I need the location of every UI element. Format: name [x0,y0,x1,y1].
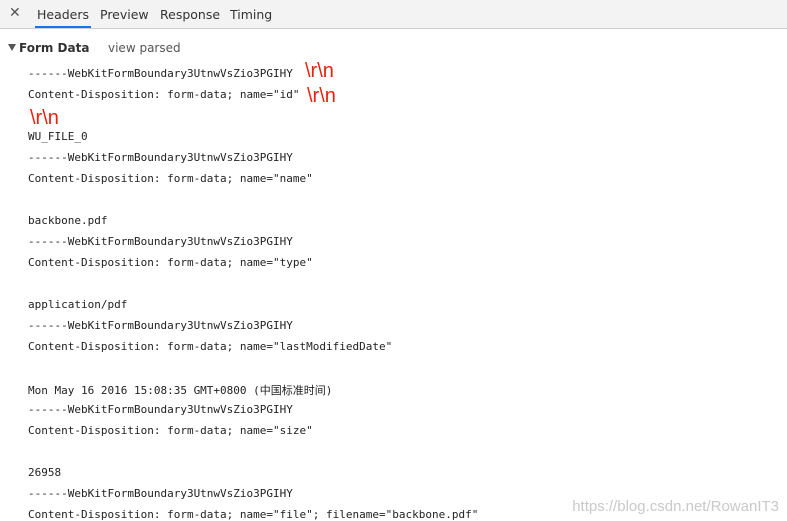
crlf-annotation: \r\n [30,107,59,129]
payload-line: ------WebKitFormBoundary3UtnwVsZio3PGIHY [28,151,293,164]
payload-line: Mon May 16 2016 15:08:35 GMT+0800 (中国标准时… [28,384,333,397]
payload-line: Content-Disposition: form-data; name="ty… [28,256,313,269]
payload-line: Content-Disposition: form-data; name="si… [28,424,313,437]
payload-line: backbone.pdf [28,214,108,227]
close-icon[interactable]: ✕ [9,5,21,21]
devtools-tab-bar: ✕ Headers Preview Response Timing [0,0,787,29]
payload-line: ------WebKitFormBoundary3UtnwVsZio3PGIHY [28,319,293,332]
payload-line: ------WebKitFormBoundary3UtnwVsZio3PGIHY [28,235,293,248]
tab-response[interactable]: Response [158,0,222,28]
payload-line: Content-Disposition: form-data; name="fi… [28,508,479,521]
crlf-annotation: \r\n [305,60,334,82]
payload-line: Content-Disposition: form-data; name="id… [28,88,300,101]
tab-preview[interactable]: Preview [98,0,151,28]
form-data-section-header: Form Data view parsed [0,41,787,59]
tab-timing[interactable]: Timing [228,0,274,28]
crlf-annotation: \r\n [307,85,336,107]
section-title[interactable]: Form Data [19,41,89,55]
payload-line: application/pdf [28,298,128,311]
expand-triangle-icon[interactable] [8,44,16,51]
payload-line: 26958 [28,466,62,479]
payload-line: Content-Disposition: form-data; name="na… [28,172,313,185]
watermark: https://blog.csdn.net/RowanIT3 [572,498,779,515]
view-parsed-link[interactable]: view parsed [108,41,181,55]
payload-line: Content-Disposition: form-data; name="la… [28,340,393,353]
payload-line: ------WebKitFormBoundary3UtnwVsZio3PGIHY [28,403,293,416]
payload-line: ------WebKitFormBoundary3UtnwVsZio3PGIHY [28,67,293,80]
payload-line: ------WebKitFormBoundary3UtnwVsZio3PGIHY [28,487,293,500]
tab-headers[interactable]: Headers [35,0,92,28]
payload-line: WU_FILE_0 [28,130,88,143]
